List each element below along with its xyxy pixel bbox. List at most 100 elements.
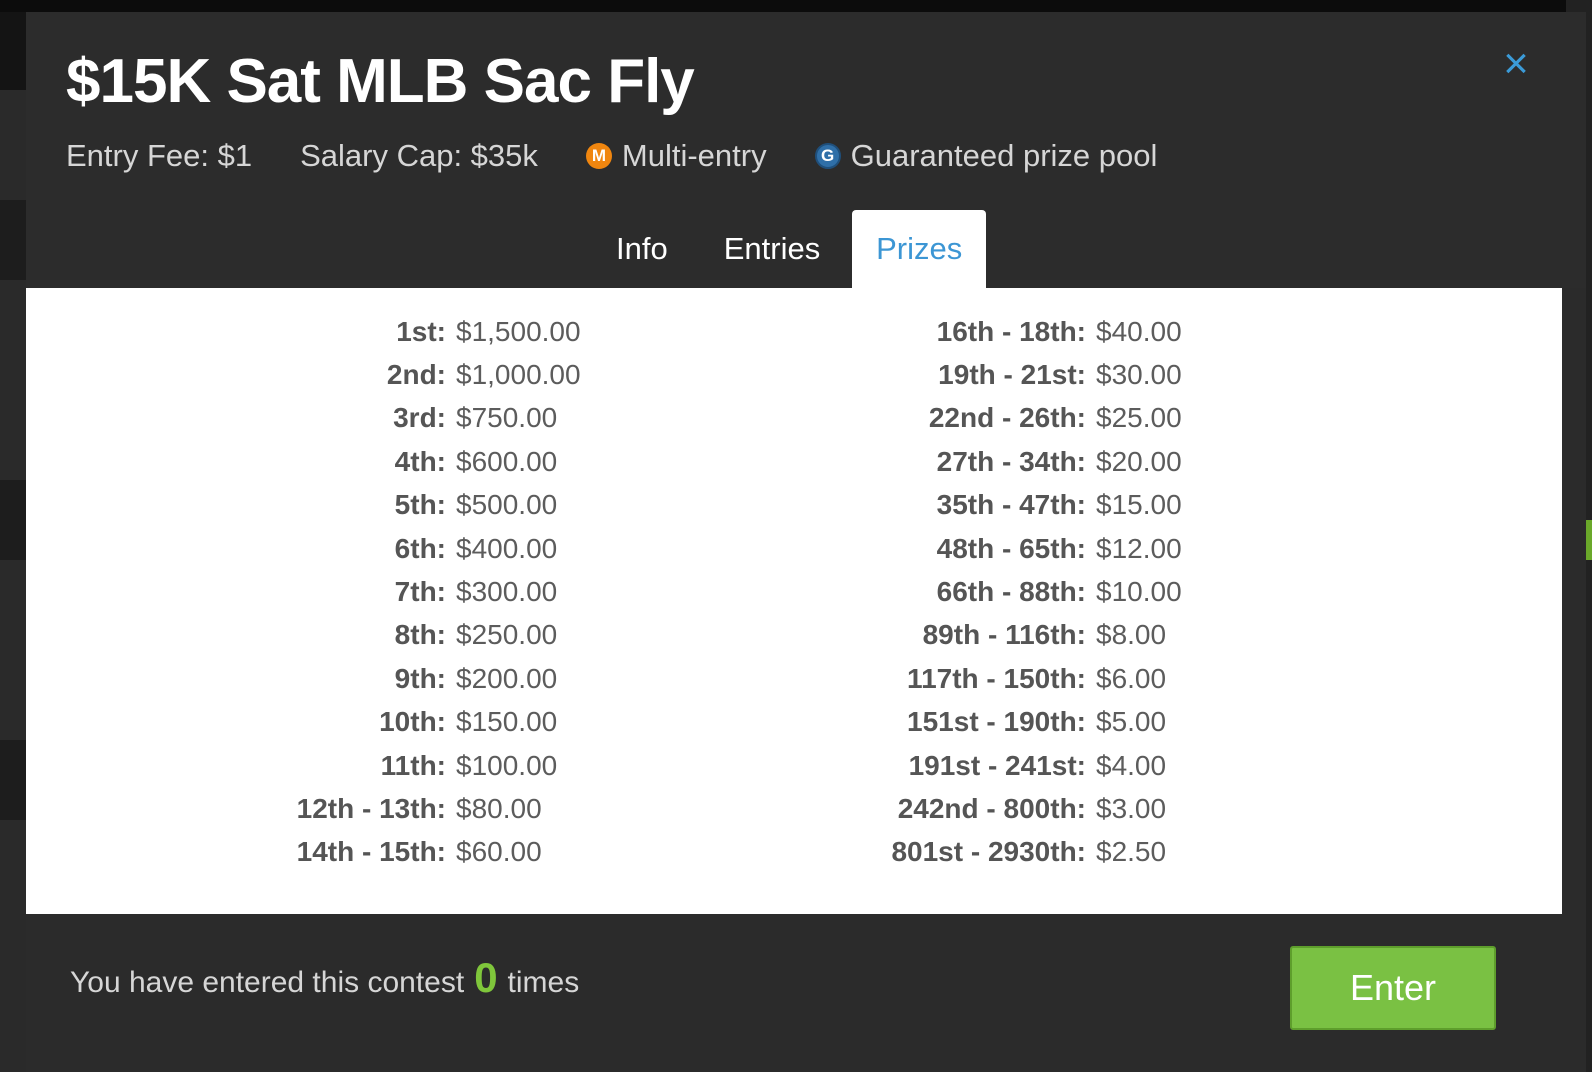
background-top-nav	[0, 0, 1592, 12]
prize-rank: 4th:	[394, 445, 446, 477]
contest-meta: Entry Fee: $1 Salary Cap: $35k M Multi-e…	[66, 136, 1205, 176]
multi-entry-text: Multi-entry	[621, 138, 767, 173]
prize-rank: 151st - 190th:	[907, 706, 1086, 738]
prize-amount: $80.00	[456, 792, 542, 824]
prizes-left-column: 1st: $1,500.00 2nd: $1,000.00 3rd: $750.00 4th…	[26, 310, 606, 874]
prize-amount: $300.00	[456, 576, 558, 608]
prize-amount: $250.00	[456, 619, 558, 651]
prize-amount: $500.00	[456, 489, 558, 521]
prize-row: 2nd: $1,000.00	[26, 353, 606, 396]
prize-amount: $3.00	[1096, 792, 1167, 824]
prize-row: 11th: $100.00	[26, 744, 606, 787]
entered-status: You have entered this contest 0 times	[70, 954, 579, 1002]
prize-rank: 2nd:	[386, 359, 446, 391]
prize-row: 191st - 241st: $4.00	[606, 744, 1366, 787]
prize-row: 19th - 21st: $30.00	[606, 353, 1366, 396]
modal-header: $15K Sat MLB Sac Fly × Entry Fee: $1 Sal…	[26, 12, 1586, 288]
prize-rank: 242nd - 800th:	[897, 792, 1086, 824]
prize-row: 151st - 190th: $5.00	[606, 701, 1366, 744]
prize-rank: 1st:	[396, 315, 446, 347]
prize-row: 66th - 88th: $10.00	[606, 570, 1366, 613]
modal-tabs: Info Entries Prizes	[592, 210, 987, 288]
prize-row: 6th: $400.00	[26, 527, 606, 570]
entry-fee: Entry Fee: $1	[66, 138, 253, 173]
prize-amount: $10.00	[1096, 576, 1182, 608]
prize-row: 27th - 34th: $20.00	[606, 440, 1366, 483]
prize-amount: $150.00	[456, 706, 558, 738]
entered-count: 0	[474, 954, 498, 1001]
guaranteed-label: G Guaranteed prize pool	[814, 136, 1158, 176]
enter-button[interactable]: Enter	[1290, 946, 1496, 1030]
prize-row: 117th - 150th: $6.00	[606, 657, 1366, 700]
prize-row: 48th - 65th: $12.00	[606, 527, 1366, 570]
prize-amount: $30.00	[1096, 359, 1182, 391]
prize-row: 9th: $200.00	[26, 657, 606, 700]
prize-amount: $5.00	[1096, 706, 1167, 738]
background-left-panel	[0, 90, 26, 1072]
prize-amount: $2.50	[1096, 836, 1167, 868]
prize-row: 3rd: $750.00	[26, 397, 606, 440]
entered-suffix: times	[507, 966, 580, 999]
prize-row: 12th - 13th: $80.00	[26, 787, 606, 830]
prize-amount: $20.00	[1096, 445, 1182, 477]
prize-row: 801st - 2930th: $2.50	[606, 831, 1366, 874]
prize-rank: 16th - 18th:	[936, 315, 1086, 347]
prize-row: 7th: $300.00	[26, 570, 606, 613]
prize-rank: 117th - 150th:	[907, 662, 1086, 694]
prize-rank: 66th - 88th:	[936, 576, 1086, 608]
prize-amount: $1,000.00	[456, 359, 581, 391]
prize-row: 8th: $250.00	[26, 614, 606, 657]
prize-row: 4th: $600.00	[26, 440, 606, 483]
prize-rank: 11th:	[380, 749, 446, 781]
modal-footer: You have entered this contest 0 times En…	[26, 914, 1586, 1072]
contest-title: $15K Sat MLB Sac Fly	[66, 47, 695, 116]
prize-rank: 27th - 34th:	[936, 445, 1086, 477]
tab-info[interactable]: Info	[592, 210, 692, 288]
prize-rank: 48th - 65th:	[936, 532, 1086, 564]
prize-rank: 10th:	[379, 706, 446, 738]
prize-rank: 191st - 241st:	[908, 749, 1086, 781]
prize-rank: 22nd - 26th:	[928, 402, 1086, 434]
tab-entries[interactable]: Entries	[700, 210, 844, 288]
prize-rank: 7th:	[394, 576, 446, 608]
prizes-panel: 1st: $1,500.00 2nd: $1,000.00 3rd: $750.00 4th…	[26, 288, 1562, 914]
prize-amount: $8.00	[1096, 619, 1167, 651]
prize-row: 5th: $500.00	[26, 484, 606, 527]
prize-row: 22nd - 26th: $25.00	[606, 397, 1366, 440]
guaranteed-text: Guaranteed prize pool	[850, 138, 1158, 173]
prize-row: 10th: $150.00	[26, 701, 606, 744]
prize-rank: 35th - 47th:	[936, 489, 1086, 521]
prize-amount: $4.00	[1096, 749, 1167, 781]
tab-prizes[interactable]: Prizes	[852, 210, 987, 288]
prize-rank: 5th:	[394, 489, 446, 521]
prize-amount: $15.00	[1096, 489, 1182, 521]
prize-rank: 14th - 15th:	[296, 836, 446, 868]
prize-rank: 8th:	[394, 619, 446, 651]
prize-row: 16th - 18th: $40.00	[606, 310, 1366, 353]
entered-prefix: You have entered this contest	[70, 966, 465, 999]
prize-amount: $40.00	[1096, 315, 1182, 347]
prize-amount: $600.00	[456, 445, 558, 477]
prize-rank: 801st - 2930th:	[891, 836, 1086, 868]
prize-row: 14th - 15th: $60.00	[26, 831, 606, 874]
prize-row: 1st: $1,500.00	[26, 310, 606, 353]
close-icon[interactable]: ×	[1496, 42, 1536, 86]
salary-cap: Salary Cap: $35k	[300, 138, 538, 173]
prize-amount: $25.00	[1096, 402, 1182, 434]
guaranteed-icon: G	[814, 143, 841, 169]
prize-rank: 3rd:	[393, 402, 446, 434]
prize-rank: 12th - 13th:	[296, 792, 446, 824]
prize-rank: 6th:	[394, 532, 446, 564]
prize-row: 242nd - 800th: $3.00	[606, 787, 1366, 830]
prize-rank: 89th - 116th:	[922, 619, 1086, 651]
prize-row: 35th - 47th: $15.00	[606, 484, 1366, 527]
prizes-right-column: 16th - 18th: $40.00 19th - 21st: $30.00 22nd…	[606, 310, 1366, 874]
multi-entry-icon: M	[585, 143, 612, 169]
prize-amount: $750.00	[456, 402, 558, 434]
prize-amount: $60.00	[456, 836, 542, 868]
prize-amount: $200.00	[456, 662, 558, 694]
multi-entry-label: M Multi-entry	[585, 136, 767, 176]
prize-rank: 19th - 21st:	[938, 359, 1086, 391]
prize-amount: $6.00	[1096, 662, 1167, 694]
prize-rank: 9th:	[394, 662, 446, 694]
